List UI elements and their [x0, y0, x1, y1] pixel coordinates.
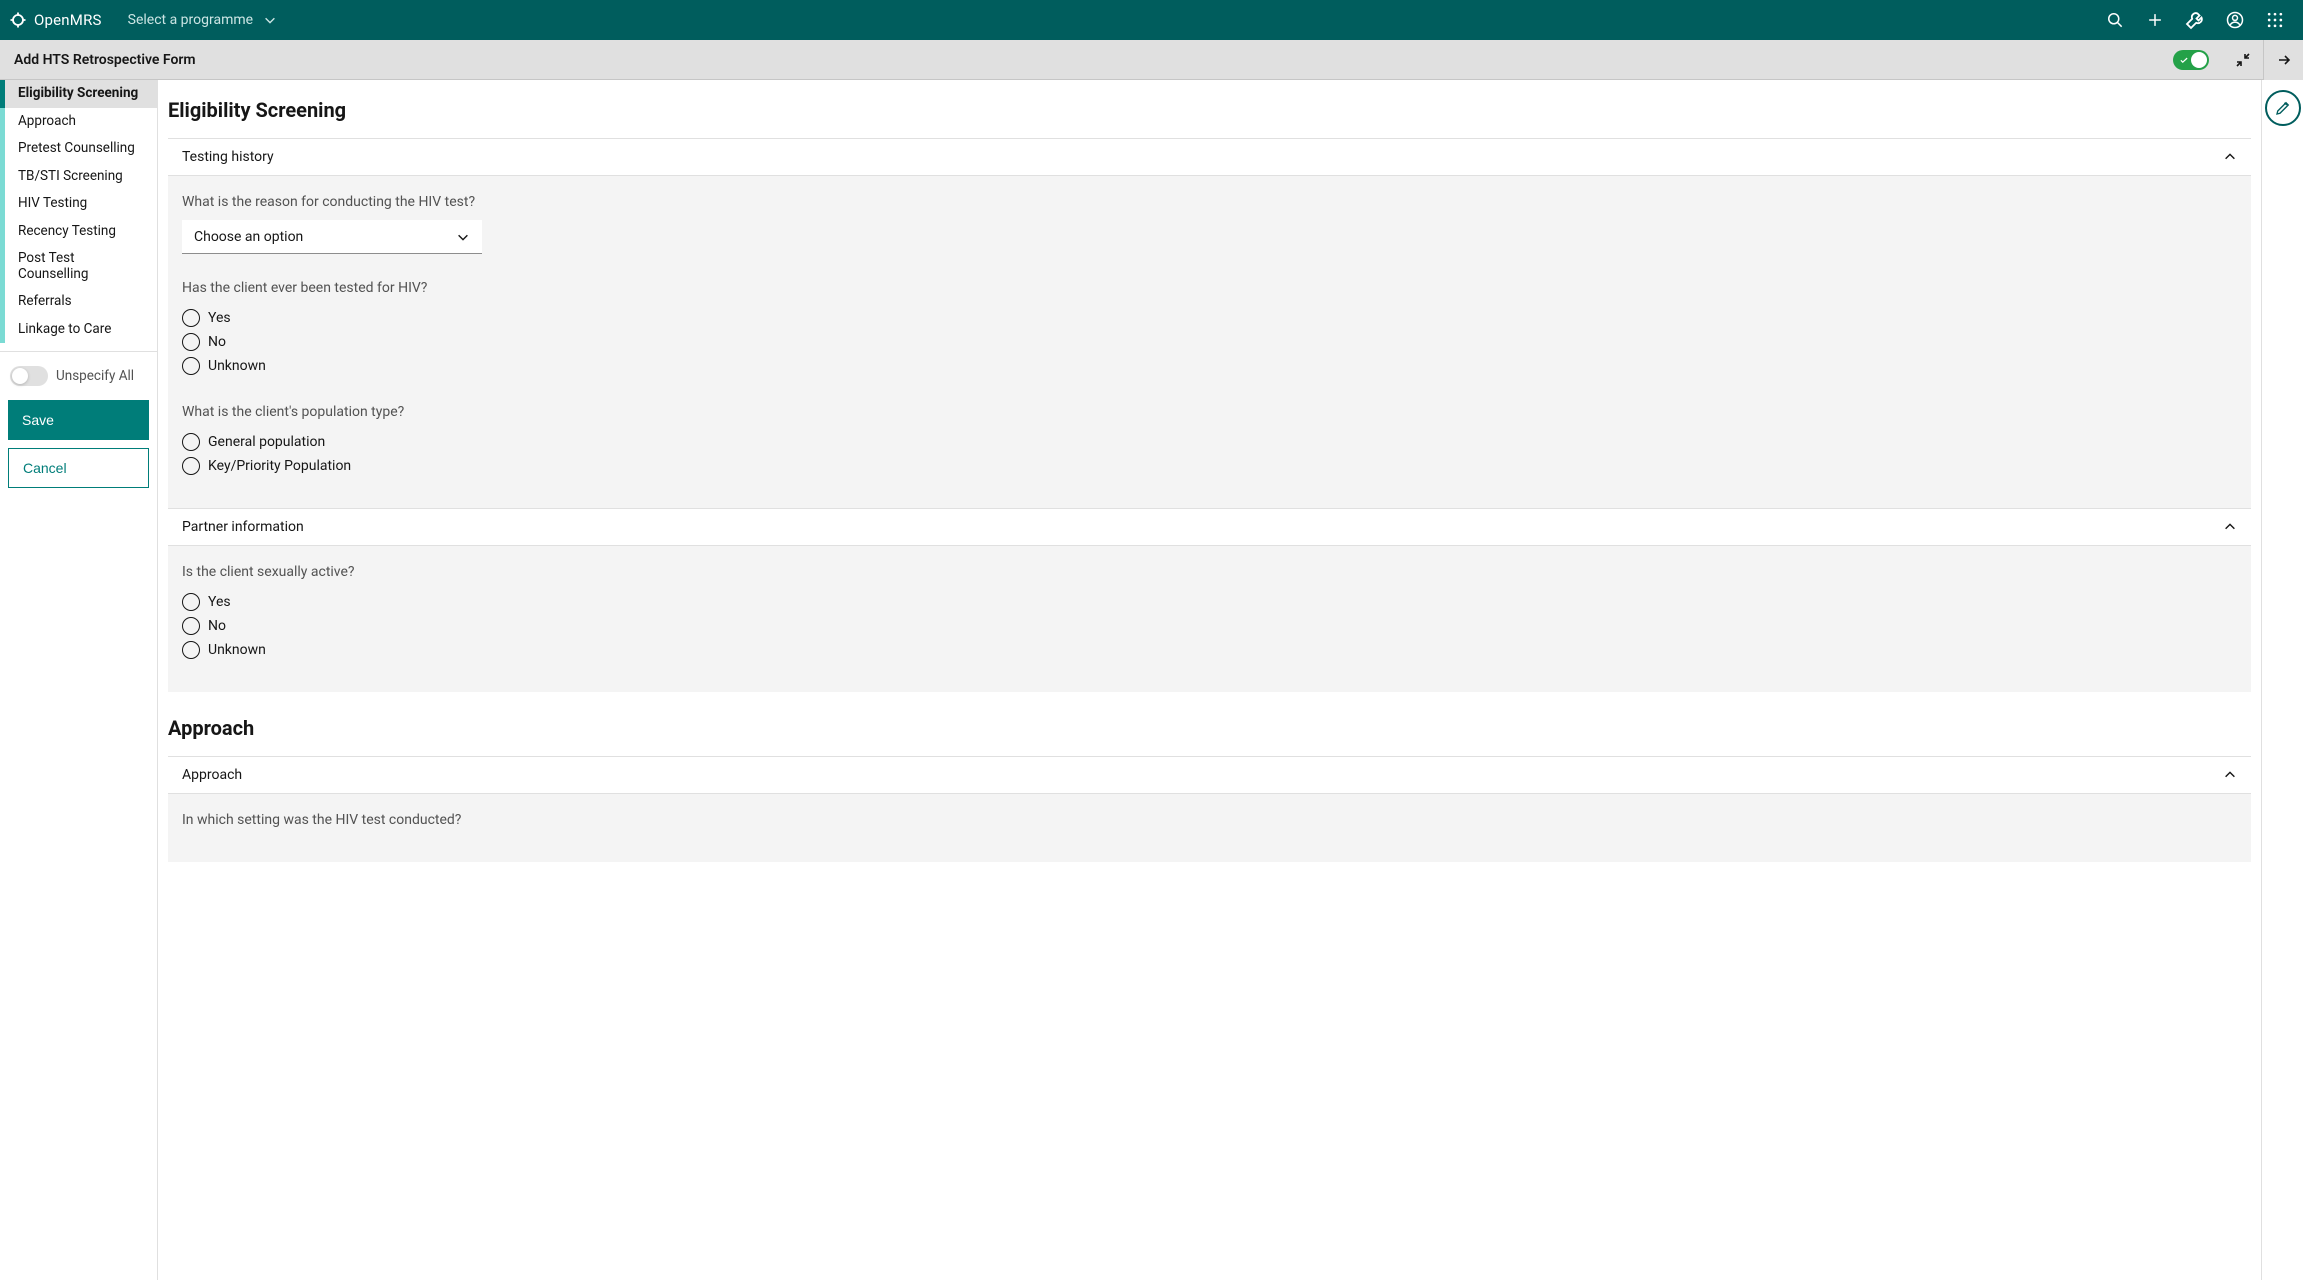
edit-fab-button[interactable]	[2265, 90, 2301, 126]
user-avatar-icon[interactable]	[2215, 0, 2255, 40]
chevron-up-icon	[2223, 520, 2237, 534]
radio-active-yes[interactable]: Yes	[182, 590, 2237, 614]
form-nav: Eligibility Screening Approach Pretest C…	[0, 80, 157, 343]
unspecify-all-label: Unspecify All	[56, 368, 134, 384]
app-switcher-icon[interactable]	[2255, 0, 2295, 40]
radio-label: General population	[208, 434, 325, 450]
radio-label: Yes	[208, 310, 231, 326]
nav-item-approach[interactable]: Approach	[0, 108, 157, 136]
radio-label: Unknown	[208, 358, 266, 374]
chevron-down-icon	[456, 230, 470, 244]
chevron-down-icon	[263, 13, 277, 27]
minimize-button[interactable]	[2223, 40, 2263, 80]
radio-icon	[182, 593, 200, 611]
radio-icon	[182, 333, 200, 351]
form-toggle[interactable]	[2173, 50, 2209, 70]
radio-pop-key[interactable]: Key/Priority Population	[182, 454, 2237, 478]
form-title: Add HTS Retrospective Form	[14, 52, 2173, 68]
brand-logo-icon	[8, 10, 28, 30]
tools-icon[interactable]	[2175, 0, 2215, 40]
radio-icon	[182, 641, 200, 659]
nav-item-label: Referrals	[18, 294, 72, 310]
nav-item-referrals[interactable]: Referrals	[0, 288, 157, 316]
reason-dropdown[interactable]: Choose an option	[182, 220, 482, 254]
pencil-icon	[2274, 99, 2292, 117]
main: Eligibility Screening Approach Pretest C…	[0, 80, 2261, 1280]
section-body-testing-history: What is the reason for conducting the HI…	[168, 176, 2251, 508]
programme-selector-label: Select a programme	[128, 12, 253, 28]
radio-active-unknown[interactable]: Unknown	[182, 638, 2237, 662]
hide-panel-button[interactable]	[2263, 40, 2303, 80]
question-label: What is the client's population type?	[182, 404, 2237, 420]
cancel-button[interactable]: Cancel	[8, 448, 149, 488]
nav-item-label: TB/STI Screening	[18, 169, 123, 185]
radio-label: Yes	[208, 594, 231, 610]
nav-item-label: Recency Testing	[18, 224, 116, 240]
radio-icon	[182, 357, 200, 375]
unspecify-all-control: Unspecify All	[0, 362, 157, 394]
workspace: Eligibility Screening Approach Pretest C…	[0, 80, 2303, 1280]
global-header: OpenMRS Select a programme	[0, 0, 2303, 40]
nav-item-label: Post Test Counselling	[18, 251, 147, 282]
radio-active-no[interactable]: No	[182, 614, 2237, 638]
radio-label: No	[208, 334, 226, 350]
form-content: Eligibility Screening Testing history Wh…	[158, 80, 2261, 1280]
question-label: In which setting was the HIV test conduc…	[182, 812, 2237, 828]
nav-item-label: HIV Testing	[18, 196, 87, 212]
dropdown-placeholder: Choose an option	[194, 229, 303, 245]
section-title: Partner information	[182, 519, 304, 535]
form-header: Add HTS Retrospective Form	[0, 40, 2303, 80]
radio-pop-general[interactable]: General population	[182, 430, 2237, 454]
nav-item-linkage-to-care[interactable]: Linkage to Care	[0, 316, 157, 344]
add-icon[interactable]	[2135, 0, 2175, 40]
section-header-approach[interactable]: Approach	[168, 756, 2251, 794]
section-body-partner-info: Is the client sexually active? Yes No Un…	[168, 546, 2251, 692]
brand-text: OpenMRS	[34, 11, 102, 29]
radio-tested-yes[interactable]: Yes	[182, 306, 2237, 330]
divider	[0, 351, 157, 352]
radio-icon	[182, 433, 200, 451]
radio-label: No	[208, 618, 226, 634]
section-title: Testing history	[182, 149, 274, 165]
section-body-approach: In which setting was the HIV test conduc…	[168, 794, 2251, 862]
nav-item-label: Approach	[18, 114, 76, 130]
nav-item-pretest-counselling[interactable]: Pretest Counselling	[0, 135, 157, 163]
nav-item-post-test-counselling[interactable]: Post Test Counselling	[0, 245, 157, 288]
question-label: Has the client ever been tested for HIV?	[182, 280, 2237, 296]
save-button[interactable]: Save	[8, 400, 149, 440]
search-icon[interactable]	[2095, 0, 2135, 40]
section-header-partner-info[interactable]: Partner information	[168, 508, 2251, 546]
radio-icon	[182, 617, 200, 635]
nav-item-label: Pretest Counselling	[18, 141, 135, 157]
question-label: What is the reason for conducting the HI…	[182, 194, 2237, 210]
brand[interactable]: OpenMRS	[4, 10, 106, 30]
radio-label: Key/Priority Population	[208, 458, 351, 474]
check-icon	[2179, 55, 2205, 65]
section-title: Approach	[182, 767, 242, 783]
unspecify-all-toggle[interactable]	[10, 366, 48, 386]
radio-label: Unknown	[208, 642, 266, 658]
programme-selector[interactable]: Select a programme	[124, 6, 281, 34]
nav-item-label: Linkage to Care	[18, 322, 111, 338]
question-label: Is the client sexually active?	[182, 564, 2237, 580]
nav-item-label: Eligibility Screening	[18, 86, 138, 102]
form-sidebar: Eligibility Screening Approach Pretest C…	[0, 80, 158, 1280]
nav-item-eligibility-screening[interactable]: Eligibility Screening	[0, 80, 157, 108]
nav-item-hiv-testing[interactable]: HIV Testing	[0, 190, 157, 218]
page-heading-approach: Approach	[168, 716, 2251, 740]
chevron-up-icon	[2223, 150, 2237, 164]
chevron-up-icon	[2223, 768, 2237, 782]
right-rail	[2261, 80, 2303, 1280]
page-heading: Eligibility Screening	[168, 98, 2251, 122]
nav-item-recency-testing[interactable]: Recency Testing	[0, 218, 157, 246]
radio-tested-no[interactable]: No	[182, 330, 2237, 354]
section-header-testing-history[interactable]: Testing history	[168, 138, 2251, 176]
nav-item-tb-sti-screening[interactable]: TB/STI Screening	[0, 163, 157, 191]
radio-icon	[182, 457, 200, 475]
radio-tested-unknown[interactable]: Unknown	[182, 354, 2237, 378]
radio-icon	[182, 309, 200, 327]
